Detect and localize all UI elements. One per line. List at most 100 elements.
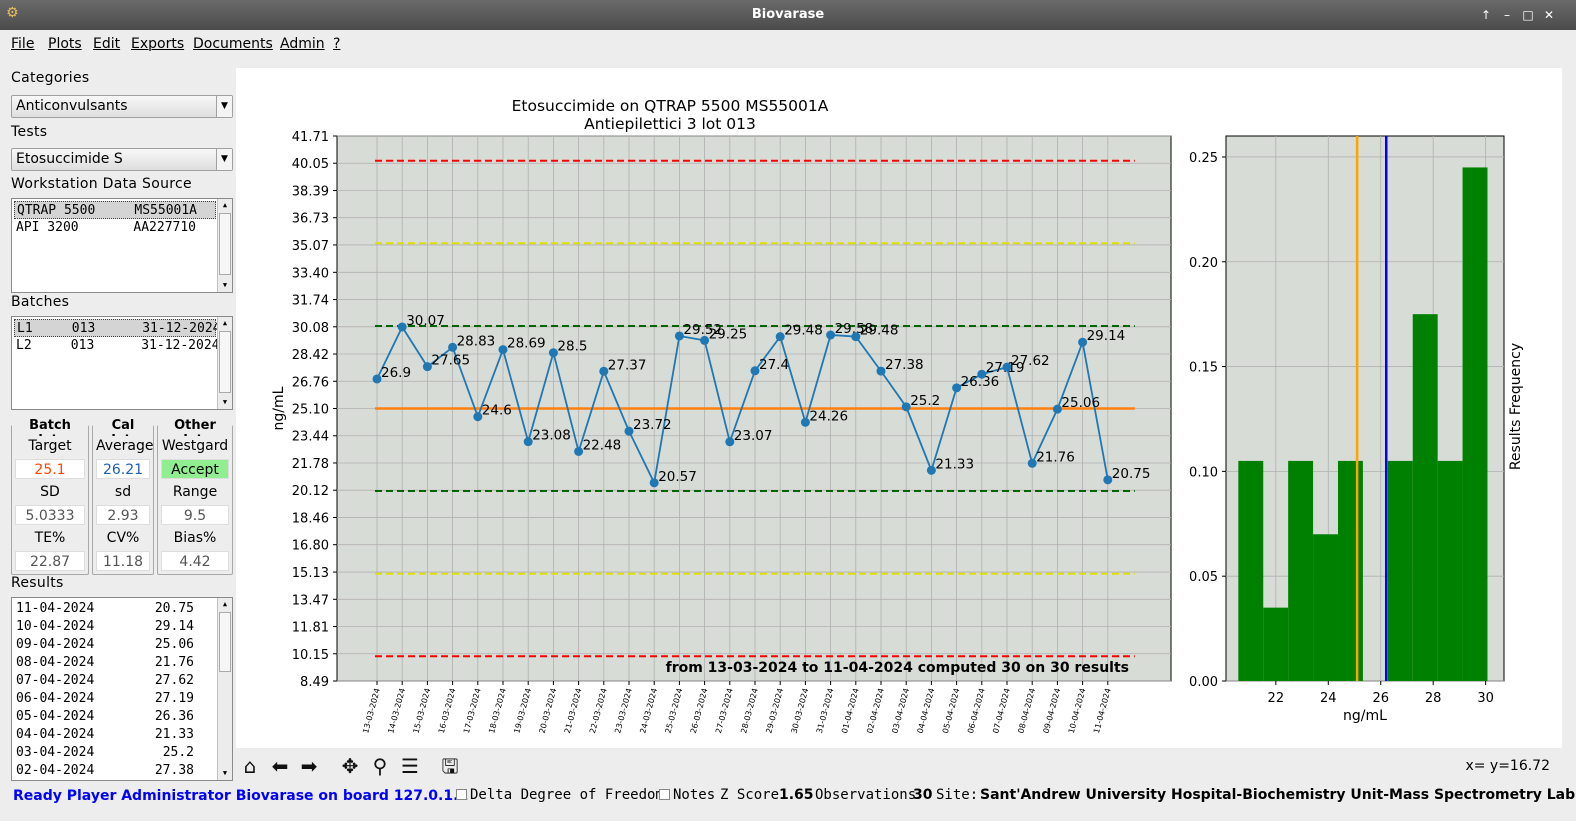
menu-plots[interactable]: Plots — [48, 36, 82, 52]
ddof-checkbox[interactable] — [456, 789, 467, 800]
pan-icon[interactable]: ✥ — [336, 753, 364, 779]
configure-subplots-icon[interactable]: ☰ — [396, 753, 424, 779]
result-value: 27.19 — [154, 691, 194, 706]
data-label: 24.6 — [482, 403, 512, 419]
tests-combo[interactable]: Etosuccimide S ▼ — [11, 148, 233, 171]
menu-edit[interactable]: Edit — [93, 36, 120, 52]
x-tick-label: 30 — [1477, 691, 1494, 706]
data-label: 29.48 — [784, 323, 823, 339]
categories-value: Anticonvulsants — [16, 98, 128, 114]
results-scrollbar[interactable]: ▲ ▼ — [217, 598, 232, 780]
target-value: 25.1 — [15, 459, 85, 479]
categories-combo[interactable]: Anticonvulsants ▼ — [11, 95, 233, 118]
workstation-scrollbar[interactable]: ▲ ▼ — [217, 199, 232, 292]
scroll-down-icon[interactable]: ▼ — [218, 396, 232, 409]
target-label: Target — [15, 436, 85, 456]
x-tick-label: 08-04-2024 — [1016, 687, 1037, 734]
scroll-thumb[interactable] — [219, 213, 231, 275]
window-close-button[interactable]: ✕ — [1540, 6, 1558, 24]
list-item[interactable]: 05-04-2024 26.36 — [14, 708, 216, 726]
save-icon[interactable]: 🖫 — [436, 753, 464, 779]
y-tick-label: 18.46 — [292, 511, 329, 526]
result-value: 21.76 — [154, 655, 194, 670]
histogram-bar — [1238, 460, 1264, 681]
y-tick-label: 0.25 — [1189, 151, 1218, 166]
data-label: 29.48 — [860, 323, 899, 339]
list-item[interactable]: API 3200 AA227710 — [14, 219, 216, 237]
menu-documents[interactable]: Documents — [193, 36, 273, 52]
y-tick-label: 11.81 — [292, 621, 329, 636]
westgard-label: Westgard — [161, 436, 229, 456]
plot-toolbar: ⌂ ⬅ ➡ ✥ ⚲ ☰ 🖫 x= y=16.72 — [236, 748, 1562, 784]
list-item[interactable]: QTRAP 5500 MS55001A — [14, 201, 216, 219]
list-item[interactable]: 10-04-2024 29.14 — [14, 618, 216, 636]
list-item[interactable]: L1 013 31-12-2024 — [14, 319, 221, 337]
x-tick-label: 11-04-2024 — [1092, 687, 1113, 734]
status-bar: Ready Player Administrator Biovarase on … — [0, 784, 1576, 808]
scroll-up-icon[interactable]: ▲ — [218, 317, 232, 330]
workstation-label: Workstation Data Source — [11, 176, 192, 192]
x-tick-label: 24 — [1320, 691, 1337, 706]
data-label: 20.75 — [1112, 466, 1151, 482]
scroll-thumb[interactable] — [219, 331, 231, 393]
list-item[interactable]: 08-04-2024 21.76 — [14, 654, 216, 672]
site-value: Sant'Andrew University Hospital-Biochemi… — [980, 787, 1576, 803]
data-label: 29.25 — [709, 326, 748, 342]
scroll-thumb[interactable] — [219, 612, 231, 672]
y-tick-label: 30.08 — [292, 321, 329, 336]
y-tick-label: 0.10 — [1189, 465, 1218, 480]
x-tick-label: 18-03-2024 — [487, 687, 508, 734]
scroll-down-icon[interactable]: ▼ — [218, 279, 232, 292]
menu-exports[interactable]: Exports — [131, 36, 184, 52]
y-tick-label: 28.42 — [292, 348, 329, 363]
te-label: TE% — [15, 528, 85, 548]
data-label: 28.69 — [507, 336, 546, 352]
plot-area: 41.71 40.05 38.39 36.73 35.07 33.40 31.74 30.08… — [236, 68, 1562, 748]
menu-admin[interactable]: Admin — [280, 36, 325, 52]
data-label: 28.83 — [457, 333, 496, 349]
categories-label: Categories — [11, 70, 90, 86]
menu-file[interactable]: File — [11, 36, 34, 52]
cal-sd-label: sd — [96, 482, 150, 502]
x-tick-label: 31-03-2024 — [815, 687, 836, 734]
result-date: 06-04-2024 — [16, 691, 95, 706]
window-maximize-button[interactable]: □ — [1519, 6, 1537, 24]
x-axis-label: ng/mL — [1343, 708, 1387, 724]
chevron-down-icon[interactable]: ▼ — [216, 96, 232, 117]
list-item[interactable]: 03-04-2024 25.2 — [14, 744, 216, 762]
notes-checkbox[interactable] — [659, 789, 670, 800]
list-item[interactable]: 07-04-2024 27.62 — [14, 672, 216, 690]
list-item[interactable]: 04-04-2024 21.33 — [14, 726, 216, 744]
forward-arrow-icon[interactable]: ➡ — [295, 753, 323, 779]
list-item[interactable]: 02-04-2024 27.38 — [14, 762, 216, 780]
result-date: 10-04-2024 — [16, 619, 95, 634]
zoom-icon[interactable]: ⚲ — [366, 753, 394, 779]
x-tick-label: 22 — [1268, 691, 1285, 706]
window-minimize-button[interactable]: – — [1498, 6, 1516, 24]
scroll-down-icon[interactable]: ▼ — [218, 767, 232, 780]
data-label: 27.65 — [431, 353, 470, 369]
x-tick-label: 06-04-2024 — [966, 687, 987, 734]
back-arrow-icon[interactable]: ⬅ — [266, 753, 294, 779]
chevron-down-icon[interactable]: ▼ — [216, 149, 232, 170]
data-label: 28.5 — [557, 339, 587, 355]
workstation-list[interactable]: QTRAP 5500 MS55001A API 3200 AA227710 ▲ … — [11, 198, 233, 293]
window-up-button[interactable]: ↑ — [1477, 6, 1495, 24]
menu-help[interactable]: ? — [333, 36, 340, 52]
home-icon[interactable]: ⌂ — [236, 753, 264, 779]
batches-scrollbar[interactable]: ▲ ▼ — [217, 317, 232, 409]
data-label: 25.06 — [1061, 395, 1100, 411]
list-item[interactable]: 06-04-2024 27.19 — [14, 690, 216, 708]
batches-list[interactable]: L1 013 31-12-2024 L2 013 31-12-2024 ▲ ▼ — [11, 316, 233, 410]
batches-label: Batches — [11, 294, 70, 310]
scroll-up-icon[interactable]: ▲ — [218, 598, 232, 611]
list-item[interactable]: L2 013 31-12-2024 — [14, 337, 220, 355]
scroll-up-icon[interactable]: ▲ — [218, 199, 232, 212]
list-item[interactable]: 09-04-2024 25.06 — [14, 636, 216, 654]
te-value: 22.87 — [15, 551, 85, 571]
x-tick-label: 21-03-2024 — [563, 687, 584, 734]
results-list[interactable]: 02-04-2024 27.38 03-04-2024 25.2 04-04-2024 2… — [11, 597, 233, 781]
tests-value: Etosuccimide S — [16, 151, 123, 167]
zscore-value: 1.65 — [779, 787, 814, 803]
list-item[interactable]: 11-04-2024 20.75 — [14, 600, 216, 618]
